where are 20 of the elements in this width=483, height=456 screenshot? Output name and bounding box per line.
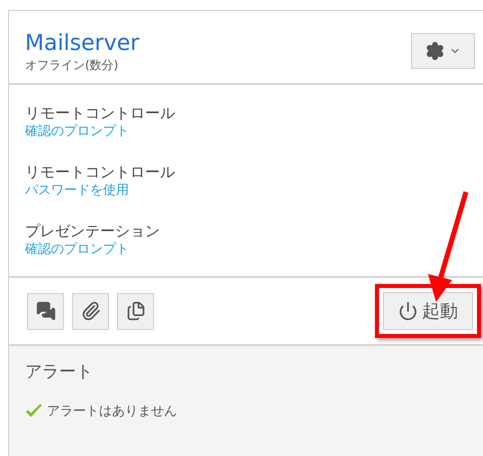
start-button[interactable]: 起動 bbox=[383, 292, 473, 330]
permission-value[interactable]: 確認のプロンプト bbox=[25, 241, 129, 258]
permission-value[interactable]: 確認のプロンプト bbox=[25, 123, 129, 140]
alerts-title: アラート bbox=[25, 361, 94, 384]
settings-button[interactable] bbox=[411, 33, 475, 69]
toolbar-button[interactable] bbox=[27, 292, 64, 330]
status-text: オフライン(数分) bbox=[25, 57, 120, 73]
toolbar-button[interactable] bbox=[72, 292, 109, 330]
chat-icon bbox=[36, 301, 56, 321]
paperclip-icon bbox=[80, 301, 100, 321]
permission-name: リモートコントロール bbox=[25, 162, 176, 182]
permission-value[interactable]: パスワードを使用 bbox=[25, 182, 129, 199]
permission-name: リモートコントロール bbox=[25, 103, 176, 123]
check-icon bbox=[25, 403, 43, 420]
toolbar-button[interactable] bbox=[117, 292, 154, 330]
alert-message: アラートはありません bbox=[47, 402, 177, 420]
device-title: Mailserver bbox=[25, 31, 140, 57]
permission-name: プレゼンテーション bbox=[25, 221, 161, 241]
documents-icon bbox=[126, 301, 146, 321]
power-icon bbox=[398, 301, 418, 321]
